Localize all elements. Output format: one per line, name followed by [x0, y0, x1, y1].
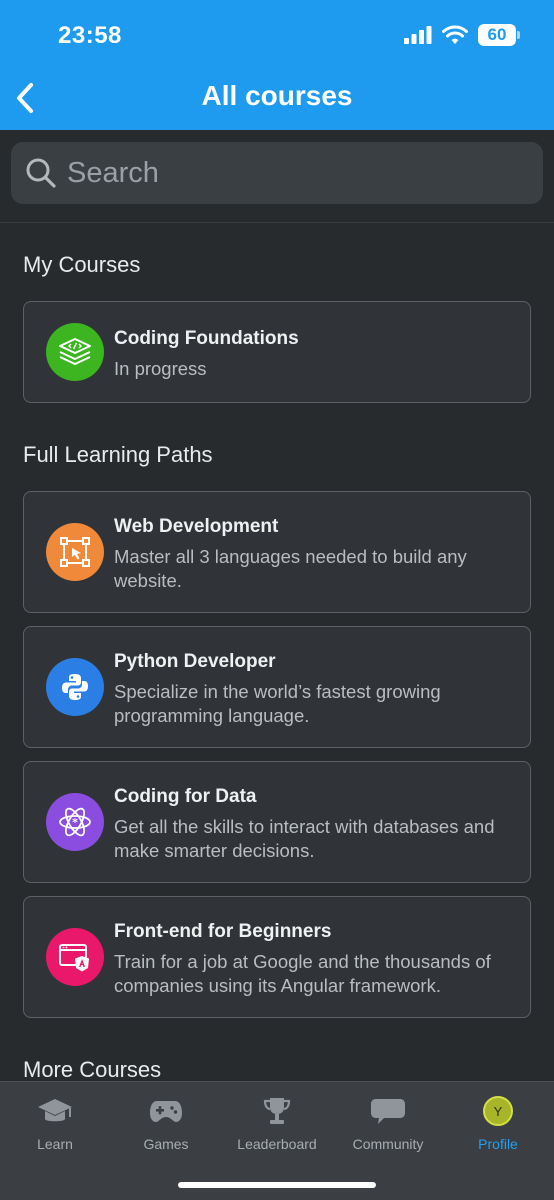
search-icon: [26, 158, 56, 188]
path-card-python-developer[interactable]: Python Developer Specialize in the world…: [23, 626, 531, 748]
path-title: Front-end for Beginners: [114, 921, 332, 942]
atom-icon: *: [46, 793, 104, 851]
tab-label: Learn: [37, 1136, 73, 1152]
svg-text:*: *: [72, 816, 78, 829]
path-card-coding-for-data[interactable]: * Coding for Data Get all the skills to …: [23, 761, 531, 883]
path-description: Train for a job at Google and the thousa…: [114, 951, 491, 996]
graduation-cap-icon: [38, 1099, 72, 1122]
course-status: In progress: [114, 358, 207, 379]
chat-bubble-icon: [371, 1099, 405, 1124]
home-indicator: [178, 1182, 376, 1188]
section-title-more-courses: More Courses: [23, 1057, 162, 1082]
page-title: All courses: [201, 80, 353, 111]
path-description: Specialize in the world’s fastest growin…: [114, 681, 441, 726]
search-bar[interactable]: [11, 142, 543, 204]
status-time: 23:58: [58, 22, 122, 49]
code-stack-icon: [46, 323, 104, 381]
section-title-learning-paths: Full Learning Paths: [23, 442, 213, 467]
avatar: Y: [483, 1096, 513, 1126]
battery-indicator: 60: [478, 24, 520, 46]
path-description: Get all the skills to interact with data…: [114, 816, 495, 861]
path-card-web-development[interactable]: Web Development Master all 3 languages n…: [23, 491, 531, 613]
tab-games[interactable]: Games: [111, 1094, 221, 1152]
course-title: Coding Foundations: [114, 328, 299, 349]
app-header: 23:58 60 All courses: [0, 0, 554, 130]
tab-profile[interactable]: Y Profile: [443, 1094, 553, 1152]
wifi-icon: [442, 25, 468, 44]
tab-community[interactable]: Community: [333, 1094, 443, 1152]
path-title: Python Developer: [114, 651, 276, 672]
course-card-coding-foundations[interactable]: Coding Foundations In progress: [23, 301, 531, 403]
section-title-my-courses: My Courses: [23, 252, 141, 277]
search-input[interactable]: [67, 156, 543, 190]
status-icons: 60: [404, 24, 520, 46]
path-title: Coding for Data: [114, 786, 257, 807]
signal-icon: [404, 26, 432, 44]
gamepad-icon: [150, 1101, 182, 1122]
trophy-icon: [263, 1098, 291, 1124]
tab-label: Games: [143, 1136, 189, 1152]
path-card-front-end-for-beginners[interactable]: Front-end for Beginners Train for a job …: [23, 896, 531, 1018]
tab-label: Leaderboard: [237, 1136, 317, 1152]
path-description: Master all 3 languages needed to build a…: [114, 546, 467, 591]
angular-window-icon: [46, 928, 104, 986]
tab-label: Community: [352, 1136, 424, 1152]
tab-learn[interactable]: Learn: [0, 1094, 110, 1152]
tab-label: Profile: [478, 1136, 518, 1152]
cursor-select-icon: [46, 523, 104, 581]
python-icon: [46, 658, 104, 716]
tab-leaderboard[interactable]: Leaderboard: [222, 1094, 332, 1152]
path-title: Web Development: [114, 516, 279, 537]
divider: [0, 222, 554, 223]
